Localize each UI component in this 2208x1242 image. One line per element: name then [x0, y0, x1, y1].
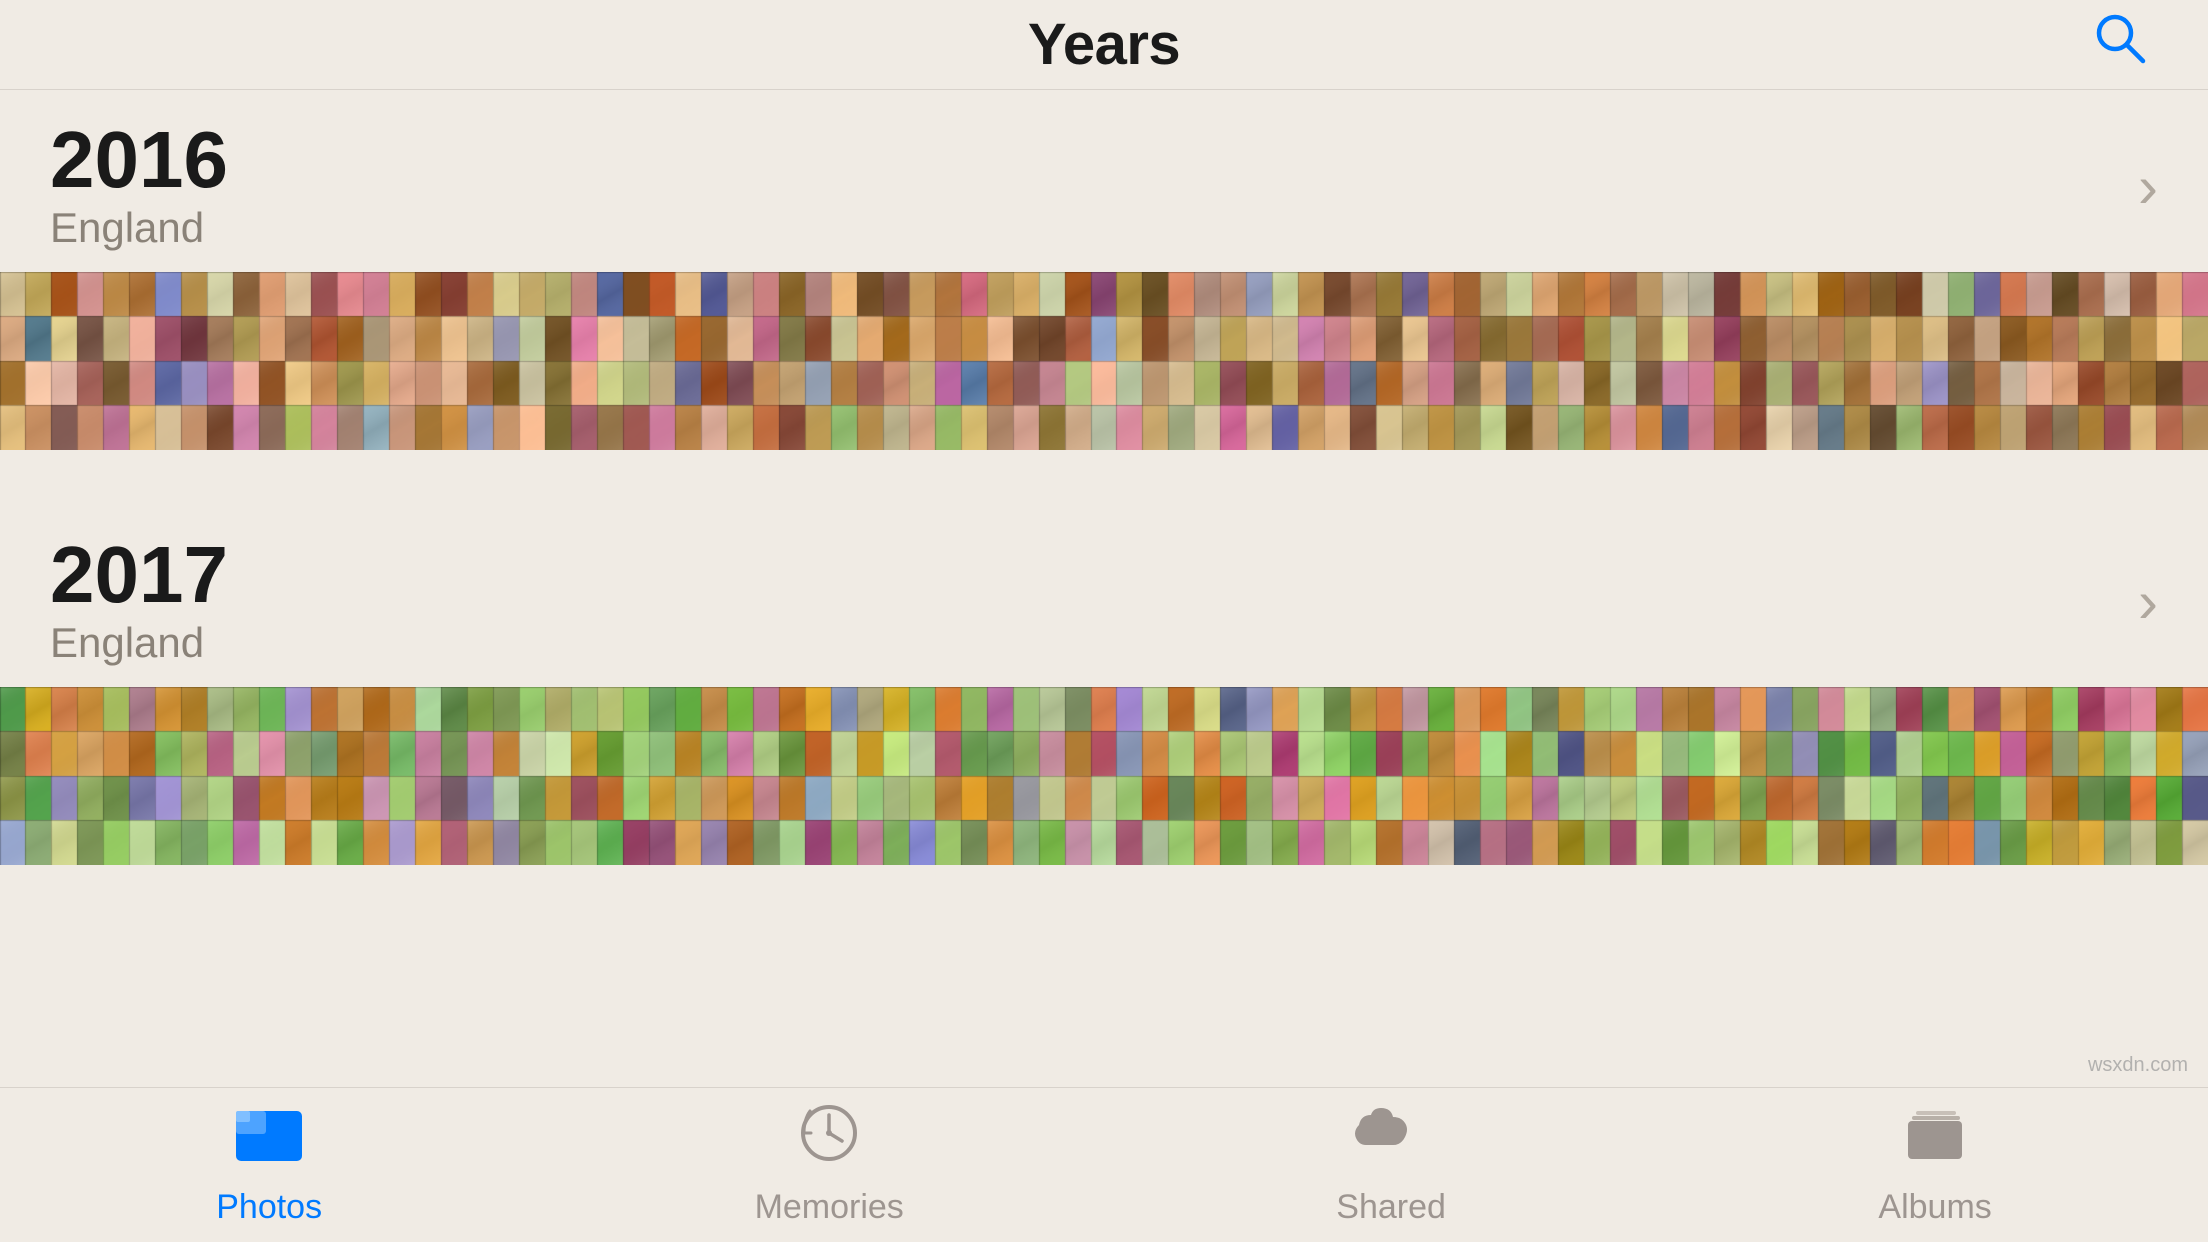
- nav-item-photos[interactable]: Photos: [216, 1103, 322, 1227]
- chevron-right-2017: ›: [2138, 567, 2158, 636]
- photo-strip-2016[interactable]: [0, 272, 2208, 450]
- memories-label: Memories: [755, 1188, 904, 1227]
- nav-item-memories[interactable]: Memories: [755, 1103, 904, 1227]
- albums-label: Albums: [1878, 1188, 1991, 1227]
- year-section-2017: 2017 England ›: [0, 505, 2208, 865]
- year-info-2017: 2017 England: [50, 535, 228, 667]
- header: Years: [0, 0, 2208, 90]
- bottom-nav: Photos Memories Shared: [0, 1087, 2208, 1242]
- search-button[interactable]: [2093, 11, 2148, 79]
- photos-label: Photos: [216, 1188, 322, 1227]
- year-location-2017: England: [50, 619, 228, 667]
- year-number-2016: 2016: [50, 120, 228, 200]
- watermark: wsxdn.com: [2088, 1054, 2188, 1077]
- photos-icon: [234, 1103, 304, 1178]
- shared-icon: [1351, 1103, 1431, 1178]
- photo-strip-2017[interactable]: [0, 687, 2208, 865]
- chevron-right-2016: ›: [2138, 152, 2158, 221]
- section-spacer: [0, 450, 2208, 505]
- year-header-2016[interactable]: 2016 England ›: [0, 90, 2208, 272]
- year-section-2016: 2016 England ›: [0, 90, 2208, 450]
- year-location-2016: England: [50, 204, 228, 252]
- shared-label: Shared: [1336, 1188, 1446, 1227]
- year-header-2017[interactable]: 2017 England ›: [0, 505, 2208, 687]
- nav-item-albums[interactable]: Albums: [1878, 1103, 1991, 1227]
- year-info-2016: 2016 England: [50, 120, 228, 252]
- memories-icon: [794, 1103, 864, 1178]
- page-title: Years: [1028, 11, 1180, 78]
- albums-icon: [1900, 1103, 1970, 1178]
- year-number-2017: 2017: [50, 535, 228, 615]
- nav-item-shared[interactable]: Shared: [1336, 1103, 1446, 1227]
